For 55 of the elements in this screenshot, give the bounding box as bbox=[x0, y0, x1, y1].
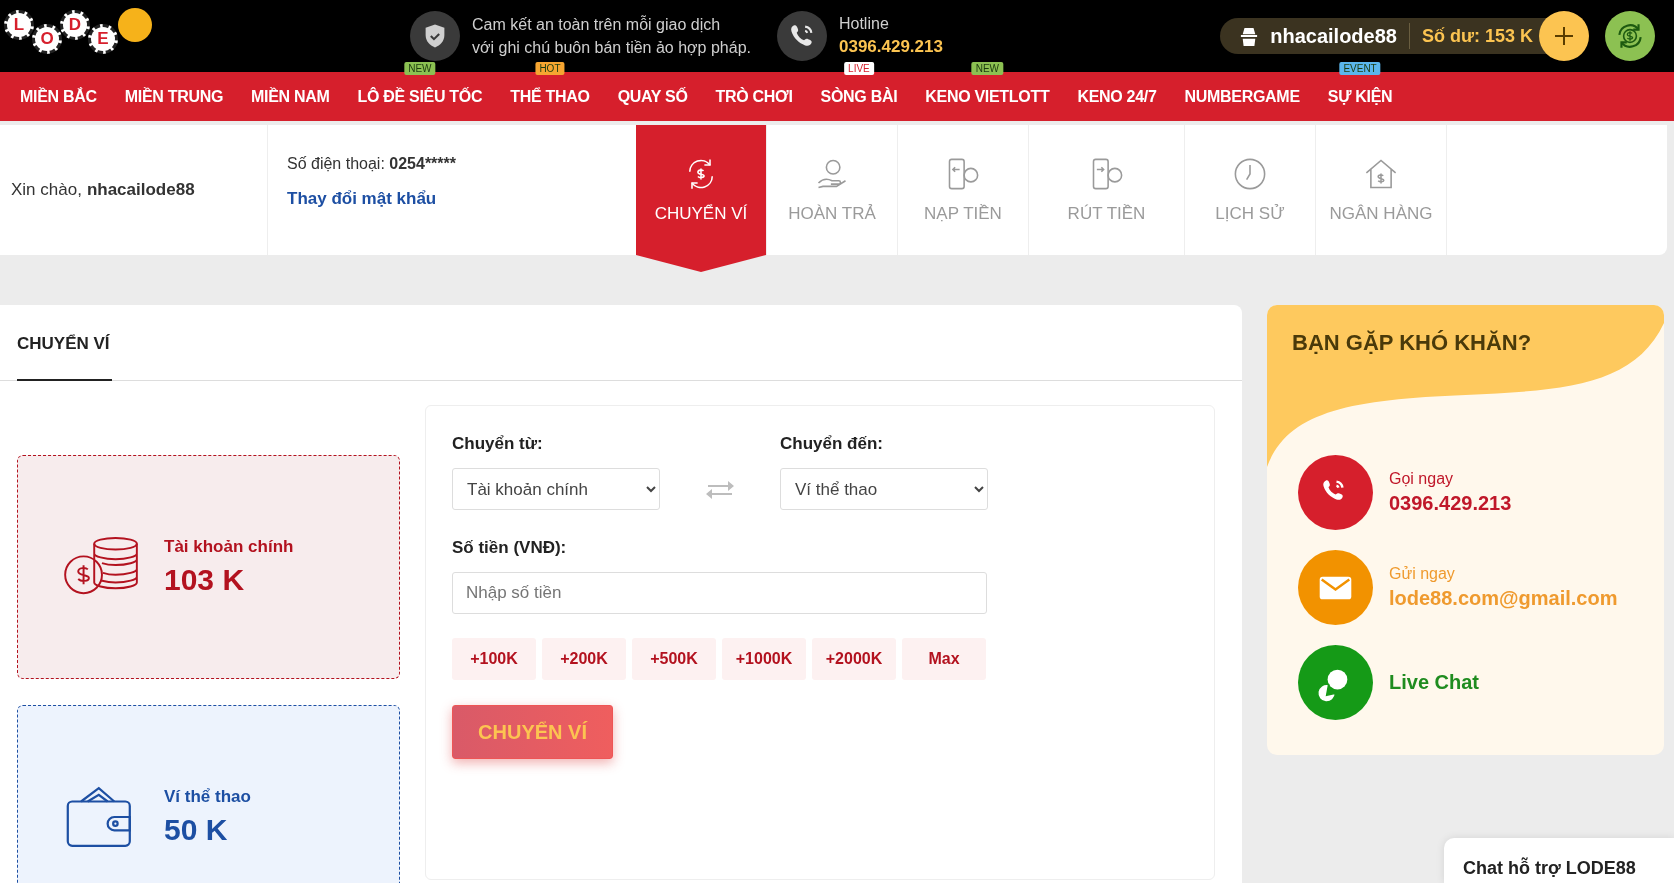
contact-label: Gọi ngay bbox=[1389, 470, 1455, 488]
from-select[interactable]: Tài khoản chính bbox=[452, 468, 660, 510]
transfer-wallet-button[interactable] bbox=[1605, 11, 1655, 61]
plus-icon bbox=[1552, 24, 1576, 48]
clock-icon bbox=[1232, 156, 1268, 192]
nav-link[interactable]: MIỀN BẮC bbox=[20, 87, 97, 105]
wallet-name: Tài khoản chính bbox=[164, 537, 294, 557]
balance: Số dư: 153 K bbox=[1421, 25, 1533, 47]
quick-amount-button[interactable]: +2000K bbox=[812, 638, 896, 680]
amount-input[interactable]: Nhập số tiền bbox=[452, 572, 987, 614]
add-funds-button[interactable] bbox=[1539, 11, 1589, 61]
logo-letter: L bbox=[4, 10, 34, 40]
nav-link[interactable]: SÒNG BÀI bbox=[820, 87, 898, 105]
hotline-number[interactable]: 0396.429.213 bbox=[838, 37, 943, 57]
nav-link[interactable]: LÔ ĐỀ SIÊU TỐC bbox=[357, 87, 483, 105]
contact-label: Gửi ngay bbox=[1389, 565, 1456, 583]
nav-link[interactable]: TRÒ CHƠI bbox=[715, 87, 793, 105]
quick-amount-button[interactable]: +1000K bbox=[722, 638, 806, 680]
wallet-balance: 103 K bbox=[164, 563, 246, 597]
nav-link[interactable]: KENO 24/7 bbox=[1077, 87, 1157, 105]
chat-widget[interactable]: Chat hỗ trợ LODE88 bbox=[1444, 838, 1674, 883]
quick-amount-button[interactable]: +200K bbox=[542, 638, 626, 680]
logo-letter: O bbox=[32, 24, 62, 54]
phone-icon bbox=[776, 11, 827, 61]
section-tab[interactable]: CHUYỂN VÍ bbox=[17, 334, 112, 381]
nav-link[interactable]: MIỀN TRUNG bbox=[124, 87, 224, 105]
contact-value[interactable]: 0396.429.213 bbox=[1389, 492, 1512, 515]
hotline-label: Hotline bbox=[838, 15, 890, 33]
quick-amount-button[interactable]: +100K bbox=[452, 638, 536, 680]
shield-check-icon bbox=[410, 11, 460, 61]
to-select[interactable]: Ví thể thao bbox=[780, 468, 988, 510]
nav-link[interactable]: QUAY SỐ bbox=[617, 87, 688, 105]
quick-amount-button[interactable]: +500K bbox=[632, 638, 716, 680]
quick-amount-button[interactable]: Max bbox=[902, 638, 986, 680]
logo-letter: D bbox=[60, 10, 90, 40]
greeting: Xin chào, nhacailode88 bbox=[0, 125, 268, 255]
contact-value[interactable]: Live Chat bbox=[1389, 671, 1480, 694]
nav-link[interactable]: NUMBERGAME bbox=[1184, 87, 1300, 105]
nav-link[interactable]: SỰ KIỆN bbox=[1327, 87, 1393, 105]
phone-icon[interactable] bbox=[1298, 455, 1373, 530]
from-label: Chuyển từ: bbox=[452, 434, 544, 454]
nav-link[interactable]: MIỀN NAM bbox=[251, 87, 330, 105]
wallet-name: Ví thể thao bbox=[164, 787, 251, 807]
logo-drawing[interactable]: L O D E bbox=[4, 6, 154, 66]
to-label: Chuyển đến: bbox=[780, 434, 884, 454]
phone-number: Số điện thoại: 0254***** bbox=[287, 155, 458, 173]
amount-label: Số tiền (VNĐ): bbox=[452, 538, 568, 558]
change-password-link[interactable]: Thay đổi mật khẩu bbox=[287, 189, 636, 209]
trust-message: Cam kết an toàn trên mỗi giao dịch với ghi chú buôn bán tiền ảo hợp pháp. bbox=[472, 14, 751, 58]
help-title: BẠN GẶP KHÓ KHĂN? bbox=[1292, 330, 1533, 356]
nav-link[interactable]: KENO VIETLOTT bbox=[925, 87, 1050, 105]
wallet-balance: 50 K bbox=[164, 813, 229, 847]
logo-letter: E bbox=[88, 24, 118, 54]
nav-link[interactable]: THỂ THAO bbox=[510, 87, 590, 105]
username[interactable]: nhacailode88 bbox=[1270, 24, 1397, 48]
